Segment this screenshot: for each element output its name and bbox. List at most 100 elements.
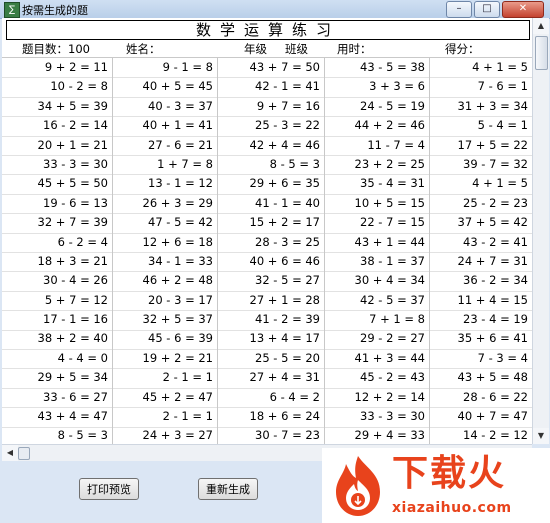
- problem-cell: 18 + 6 = 24: [249, 409, 320, 424]
- problem-cell: 25 - 3 = 22: [255, 118, 320, 133]
- column-divider: [112, 58, 113, 444]
- question-count-label: 题目数：100: [22, 42, 90, 56]
- worksheet: 数学运算练习 题目数：100 姓名： 年级 班级 用时： 得分： 9 + 2 =…: [2, 18, 532, 444]
- problem-cell: 35 - 4 = 31: [360, 176, 425, 191]
- print-preview-button[interactable]: 打印预览: [79, 478, 139, 500]
- app-icon: ∑: [4, 2, 20, 18]
- problem-cell: 23 - 4 = 19: [463, 312, 528, 327]
- problem-cell: 30 - 7 = 23: [255, 428, 320, 443]
- problem-cell: 3 + 3 = 6: [369, 79, 425, 94]
- row-divider: [2, 155, 532, 156]
- worksheet-title: 数学运算练习: [6, 20, 530, 40]
- problem-cell: 42 - 1 = 41: [255, 79, 320, 94]
- name-label: 姓名：: [126, 42, 161, 56]
- problem-cell: 43 + 4 = 47: [37, 409, 108, 424]
- problem-cell: 18 + 3 = 21: [37, 253, 108, 268]
- close-button[interactable]: ✕: [502, 1, 544, 18]
- table-row: 33 - 6 = 27 45 + 2 = 47 6 - 4 = 2 12 + 2 = …: [2, 388, 532, 407]
- problem-cell: 24 + 3 = 27: [142, 428, 213, 443]
- row-divider: [2, 135, 532, 137]
- problem-cell: 33 - 3 = 30: [360, 409, 425, 424]
- table-row: 33 - 3 = 30 1 + 7 = 8 8 - 5 = 3 23 + 2 = 25…: [2, 155, 532, 174]
- window-controls: – □ ✕: [446, 1, 544, 18]
- window-title: 按需生成的题: [22, 4, 88, 17]
- problem-cell: 6 - 4 = 2: [269, 389, 320, 404]
- problem-cell: 2 - 1 = 1: [162, 409, 213, 424]
- column-divider: [429, 58, 430, 444]
- problem-cell: 20 - 3 = 17: [148, 292, 213, 307]
- problem-cell: 39 - 7 = 32: [463, 156, 528, 171]
- worksheet-header: 题目数：100 姓名： 年级 班级 用时： 得分：: [2, 39, 532, 58]
- horizontal-scroll-thumb[interactable]: [18, 447, 30, 460]
- problem-cell: 11 + 4 = 15: [457, 292, 528, 307]
- row-divider: [2, 116, 532, 118]
- scroll-up-icon[interactable]: ▲: [533, 18, 549, 34]
- table-row: 34 + 5 = 39 40 - 3 = 37 9 + 7 = 16 24 - 5 =…: [2, 97, 532, 116]
- problem-cell: 45 - 6 = 39: [148, 331, 213, 346]
- vertical-scrollbar[interactable]: ▲ ▼: [532, 18, 549, 444]
- problem-cell: 9 + 7 = 16: [256, 98, 320, 113]
- row-divider: [2, 96, 532, 98]
- problem-cell: 29 - 2 = 27: [360, 331, 425, 346]
- problem-cell: 47 - 5 = 42: [148, 215, 213, 230]
- class-label: 班级: [285, 42, 308, 56]
- column-divider: [217, 58, 218, 444]
- problem-cell: 43 + 7 = 50: [249, 60, 320, 74]
- problem-cell: 9 + 2 = 11: [44, 60, 108, 74]
- table-row: 5 + 7 = 12 20 - 3 = 17 27 + 1 = 28 42 - 5 =…: [2, 291, 532, 310]
- scroll-left-icon[interactable]: ◀: [2, 445, 18, 461]
- problem-cell: 34 + 5 = 39: [37, 98, 108, 113]
- problem-cell: 27 + 4 = 31: [249, 370, 320, 385]
- problem-cell: 22 - 7 = 15: [360, 215, 425, 230]
- table-row: 29 + 5 = 34 2 - 1 = 1 27 + 4 = 31 45 - 2 = …: [2, 368, 532, 387]
- problem-cell: 8 - 5 = 3: [57, 428, 108, 443]
- time-label: 用时：: [337, 42, 372, 56]
- problem-cell: 43 - 2 = 41: [463, 234, 528, 249]
- problem-cell: 4 + 1 = 5: [472, 176, 528, 191]
- table-row: 17 - 1 = 16 32 + 5 = 37 41 - 2 = 39 7 + 1 =…: [2, 310, 532, 329]
- problem-cell: 40 - 3 = 37: [148, 98, 213, 113]
- minimize-button[interactable]: –: [446, 1, 472, 18]
- watermark-logo: 下载火 xiazaihuo.com: [322, 448, 550, 523]
- maximize-button[interactable]: □: [474, 1, 500, 18]
- row-divider: [2, 349, 532, 350]
- problem-cell: 33 - 6 = 27: [43, 389, 108, 404]
- problem-cell: 30 - 4 = 26: [43, 273, 108, 288]
- scroll-down-icon[interactable]: ▼: [533, 428, 549, 444]
- grade-label: 年级: [244, 42, 267, 56]
- regenerate-button[interactable]: 重新生成: [198, 478, 258, 500]
- problem-cell: 42 + 4 = 46: [249, 137, 320, 152]
- problem-cell: 26 + 3 = 29: [142, 195, 213, 210]
- problem-cell: 25 - 2 = 23: [463, 195, 528, 210]
- title-bar: ∑ 按需生成的题 – □ ✕: [0, 0, 550, 19]
- problem-cell: 43 + 5 = 48: [457, 370, 528, 385]
- problem-cell: 17 - 1 = 16: [43, 312, 108, 327]
- table-row: 6 - 2 = 4 12 + 6 = 18 28 - 3 = 25 43 + 1 = …: [2, 233, 532, 252]
- problem-cell: 7 - 6 = 1: [477, 79, 528, 94]
- problem-cell: 40 + 7 = 47: [457, 409, 528, 424]
- problem-cell: 7 + 1 = 8: [369, 312, 425, 327]
- table-row: 19 - 6 = 13 26 + 3 = 29 41 - 1 = 40 10 + 5 …: [2, 194, 532, 213]
- problem-cell: 36 - 2 = 34: [463, 273, 528, 288]
- problem-cell: 10 + 5 = 15: [354, 195, 425, 210]
- problem-cell: 46 + 2 = 48: [142, 273, 213, 288]
- problem-cell: 20 + 1 = 21: [37, 137, 108, 152]
- column-divider: [324, 58, 325, 444]
- problem-cell: 28 - 6 = 22: [463, 389, 528, 404]
- vertical-scroll-thumb[interactable]: [535, 36, 548, 70]
- problem-cell: 37 + 5 = 42: [457, 215, 528, 230]
- problem-cell: 31 + 3 = 34: [457, 98, 528, 113]
- problem-cell: 4 + 1 = 5: [472, 60, 528, 74]
- problem-cell: 9 - 1 = 8: [162, 60, 213, 74]
- problem-cell: 17 + 5 = 22: [457, 137, 528, 152]
- problem-cell: 40 + 6 = 46: [249, 253, 320, 268]
- table-row: 38 + 2 = 40 45 - 6 = 39 13 + 4 = 17 29 - 2 …: [2, 329, 532, 348]
- table-row: 20 + 1 = 21 27 - 6 = 21 42 + 4 = 46 11 - 7 …: [2, 136, 532, 155]
- table-row: 10 - 2 = 8 40 + 5 = 45 42 - 1 = 41 3 + 3 = …: [2, 77, 532, 96]
- problem-cell: 42 - 5 = 37: [360, 292, 425, 307]
- problem-cell: 6 - 2 = 4: [57, 234, 108, 249]
- problem-cell: 32 + 5 = 37: [142, 312, 213, 327]
- row-divider: [2, 290, 532, 292]
- problem-cell: 27 - 6 = 21: [148, 137, 213, 152]
- problem-cell: 41 - 2 = 39: [255, 312, 320, 327]
